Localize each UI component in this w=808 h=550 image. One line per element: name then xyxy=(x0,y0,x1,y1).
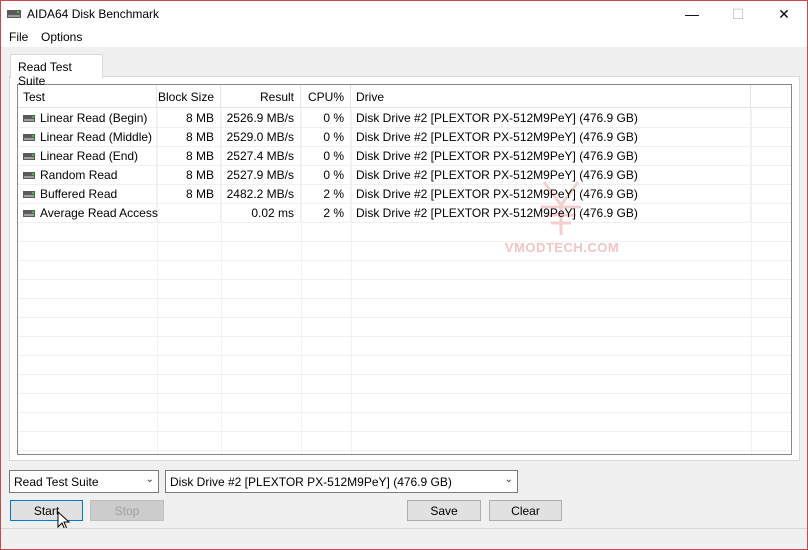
table-row[interactable]: Average Read Access 0.02 ms 2 % Disk Dri… xyxy=(18,203,791,222)
cell-test: Random Read xyxy=(18,165,157,184)
disk-drive-icon xyxy=(23,172,35,179)
cell-result: 2526.9 MB/s xyxy=(221,108,301,127)
cell-result: 0.02 ms xyxy=(221,203,301,222)
disk-drive-icon xyxy=(7,10,21,18)
grid-line xyxy=(18,336,791,337)
grid-line xyxy=(18,298,791,299)
cell-drive: Disk Drive #2 [PLEXTOR PX-512M9PeY] (476… xyxy=(351,165,751,184)
cell-block-size: 8 MB xyxy=(157,146,221,165)
grid-line xyxy=(18,222,791,223)
grid-line xyxy=(18,393,791,394)
test-name: Random Read xyxy=(40,168,118,182)
grid-line xyxy=(18,412,791,413)
cell-drive: Disk Drive #2 [PLEXTOR PX-512M9PeY] (476… xyxy=(351,127,751,146)
grid-line xyxy=(18,260,791,261)
disk-drive-icon xyxy=(23,153,35,160)
watermark-text: VMODTECH.COM xyxy=(504,240,620,255)
disk-drive-icon xyxy=(23,134,35,141)
column-header-drive[interactable]: Drive xyxy=(351,85,751,108)
tab-strip: Read Test Suite xyxy=(1,47,807,88)
drive-select[interactable]: Disk Drive #2 [PLEXTOR PX-512M9PeY] (476… xyxy=(165,470,518,493)
column-header-block-size[interactable]: Block Size xyxy=(157,85,221,108)
stop-button[interactable]: Stop xyxy=(90,500,164,521)
table-row[interactable]: Random Read 8 MB 2527.9 MB/s 0 % Disk Dr… xyxy=(18,165,791,184)
cell-result: 2529.0 MB/s xyxy=(221,127,301,146)
menu-options[interactable]: Options xyxy=(41,30,82,44)
disk-drive-icon xyxy=(23,115,35,122)
cell-block-size: 8 MB xyxy=(157,165,221,184)
cell-result: 2482.2 MB/s xyxy=(221,184,301,203)
grid-line xyxy=(18,431,791,432)
cell-cpu: 2 % xyxy=(301,184,351,203)
test-name: Linear Read (Middle) xyxy=(40,130,153,144)
cell-drive: Disk Drive #2 [PLEXTOR PX-512M9PeY] (476… xyxy=(351,146,751,165)
cell-test: Linear Read (End) xyxy=(18,146,157,165)
grid-line xyxy=(18,279,791,280)
drive-select-value: Disk Drive #2 [PLEXTOR PX-512M9PeY] (476… xyxy=(170,475,452,489)
grid-line xyxy=(18,450,791,451)
table-row[interactable]: Linear Read (Middle) 8 MB 2529.0 MB/s 0 … xyxy=(18,127,791,146)
app-window: AIDA64 Disk Benchmark — ☐ ✕ File Options… xyxy=(0,0,808,550)
cell-block-size: 8 MB xyxy=(157,127,221,146)
window-title: AIDA64 Disk Benchmark xyxy=(27,7,160,21)
cell-test: Buffered Read xyxy=(18,184,157,203)
title-bar[interactable]: AIDA64 Disk Benchmark — ☐ ✕ xyxy=(1,1,807,27)
test-name: Linear Read (End) xyxy=(40,149,139,163)
test-suite-select-value: Read Test Suite xyxy=(14,475,99,489)
disk-drive-icon xyxy=(23,210,35,217)
test-name: Linear Read (Begin) xyxy=(40,111,148,125)
table-row[interactable]: Linear Read (Begin) 8 MB 2526.9 MB/s 0 %… xyxy=(18,108,791,127)
test-name: Buffered Read xyxy=(40,187,118,201)
tab-panel: Test Block Size Result CPU% Drive VMODTE… xyxy=(9,76,800,461)
minimize-button[interactable]: — xyxy=(669,1,715,27)
status-bar xyxy=(1,528,807,549)
table-row[interactable]: Buffered Read 8 MB 2482.2 MB/s 2 % Disk … xyxy=(18,184,791,203)
cell-drive: Disk Drive #2 [PLEXTOR PX-512M9PeY] (476… xyxy=(351,184,751,203)
cell-test: Average Read Access xyxy=(18,203,158,222)
column-header-test[interactable]: Test xyxy=(18,85,157,108)
menu-file[interactable]: File xyxy=(9,30,28,44)
column-header-result[interactable]: Result xyxy=(221,85,301,108)
column-header-empty xyxy=(751,85,791,108)
tab-read-test-suite[interactable]: Read Test Suite xyxy=(10,54,103,88)
disk-drive-icon xyxy=(23,191,35,198)
chevron-down-icon: ⌄ xyxy=(145,474,154,485)
results-list[interactable]: Test Block Size Result CPU% Drive VMODTE… xyxy=(17,84,792,455)
start-button[interactable]: Start xyxy=(10,500,83,521)
cell-cpu: 0 % xyxy=(301,165,351,184)
cell-cpu: 0 % xyxy=(301,127,351,146)
maximize-button[interactable]: ☐ xyxy=(715,1,761,27)
clear-button[interactable]: Clear xyxy=(489,500,562,521)
table-row[interactable]: Linear Read (End) 8 MB 2527.4 MB/s 0 % D… xyxy=(18,146,791,165)
cell-cpu: 0 % xyxy=(301,146,351,165)
menu-bar: File Options xyxy=(1,27,807,47)
cell-result: 2527.9 MB/s xyxy=(221,165,301,184)
cell-result: 2527.4 MB/s xyxy=(221,146,301,165)
cell-block-size xyxy=(157,203,221,222)
save-button[interactable]: Save xyxy=(407,500,481,521)
grid-line xyxy=(18,355,791,356)
grid-line xyxy=(18,241,791,242)
cell-block-size: 8 MB xyxy=(157,108,221,127)
cell-test: Linear Read (Middle) xyxy=(18,127,157,146)
column-header-cpu[interactable]: CPU% xyxy=(301,85,351,108)
chevron-down-icon: ⌄ xyxy=(504,474,513,485)
grid-line xyxy=(18,374,791,375)
cell-drive: Disk Drive #2 [PLEXTOR PX-512M9PeY] (476… xyxy=(351,108,751,127)
grid-line xyxy=(18,317,791,318)
cell-cpu: 2 % xyxy=(301,203,351,222)
list-header: Test Block Size Result CPU% Drive xyxy=(18,85,791,108)
test-name: Average Read Access xyxy=(40,206,158,220)
test-suite-select[interactable]: Read Test Suite ⌄ xyxy=(9,470,159,493)
cell-block-size: 8 MB xyxy=(157,184,221,203)
cell-drive: Disk Drive #2 [PLEXTOR PX-512M9PeY] (476… xyxy=(351,203,751,222)
cell-test: Linear Read (Begin) xyxy=(18,108,157,127)
close-button[interactable]: ✕ xyxy=(761,1,807,27)
cell-cpu: 0 % xyxy=(301,108,351,127)
